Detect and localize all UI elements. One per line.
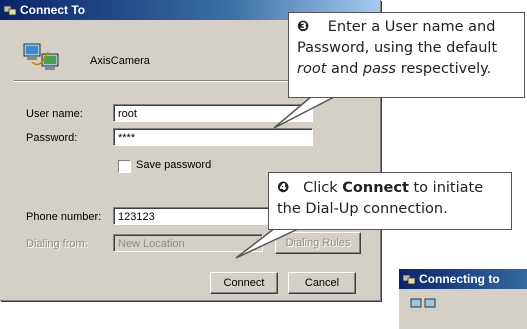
phone-number-input[interactable]: 123123 [113,207,273,225]
username-label: User name: [26,108,83,120]
callout-step-3: ❸ Enter a User name and Password, using … [288,12,525,98]
save-password-label[interactable]: Save password [136,159,211,171]
connect-button[interactable]: Connect [210,272,278,294]
step3-text: Enter a User name and Password, using th… [297,19,498,56]
dialing-rules-button[interactable]: Dialing Rules [275,232,361,254]
callout-step-4: ❹ Click Connect to initiate the Dial-Up … [268,172,512,230]
dialing-from-select[interactable]: New Location [113,234,263,252]
step3-and: and [326,61,363,77]
connecting-title: Connecting to [419,272,500,286]
step3-pass: pass [362,61,397,77]
dialup-icon [402,274,416,285]
step4-number: ❹ [277,180,290,196]
step3-end: respectively. [396,61,492,77]
connecting-icon [410,298,436,308]
connection-icon [23,43,59,70]
cancel-button[interactable]: Cancel [288,272,356,294]
step3-number: ❸ [297,19,310,35]
password-input[interactable]: **** [113,128,313,146]
connection-name: AxisCamera [90,55,150,67]
step4-text: Click [303,180,343,196]
dialog-title: Connect To [20,3,86,17]
phone-number-label: Phone number: [26,211,102,223]
connecting-window: Connecting to [398,268,527,329]
dialup-icon [3,5,17,16]
save-password-checkbox[interactable] [118,160,131,173]
step3-root: root [297,61,327,77]
password-label: Password: [26,132,78,144]
connecting-titlebar[interactable]: Connecting to [399,269,527,289]
step4-connect: Connect [342,180,409,196]
username-input[interactable]: root [113,104,313,122]
dialing-from-label: Dialing from: [26,238,88,250]
